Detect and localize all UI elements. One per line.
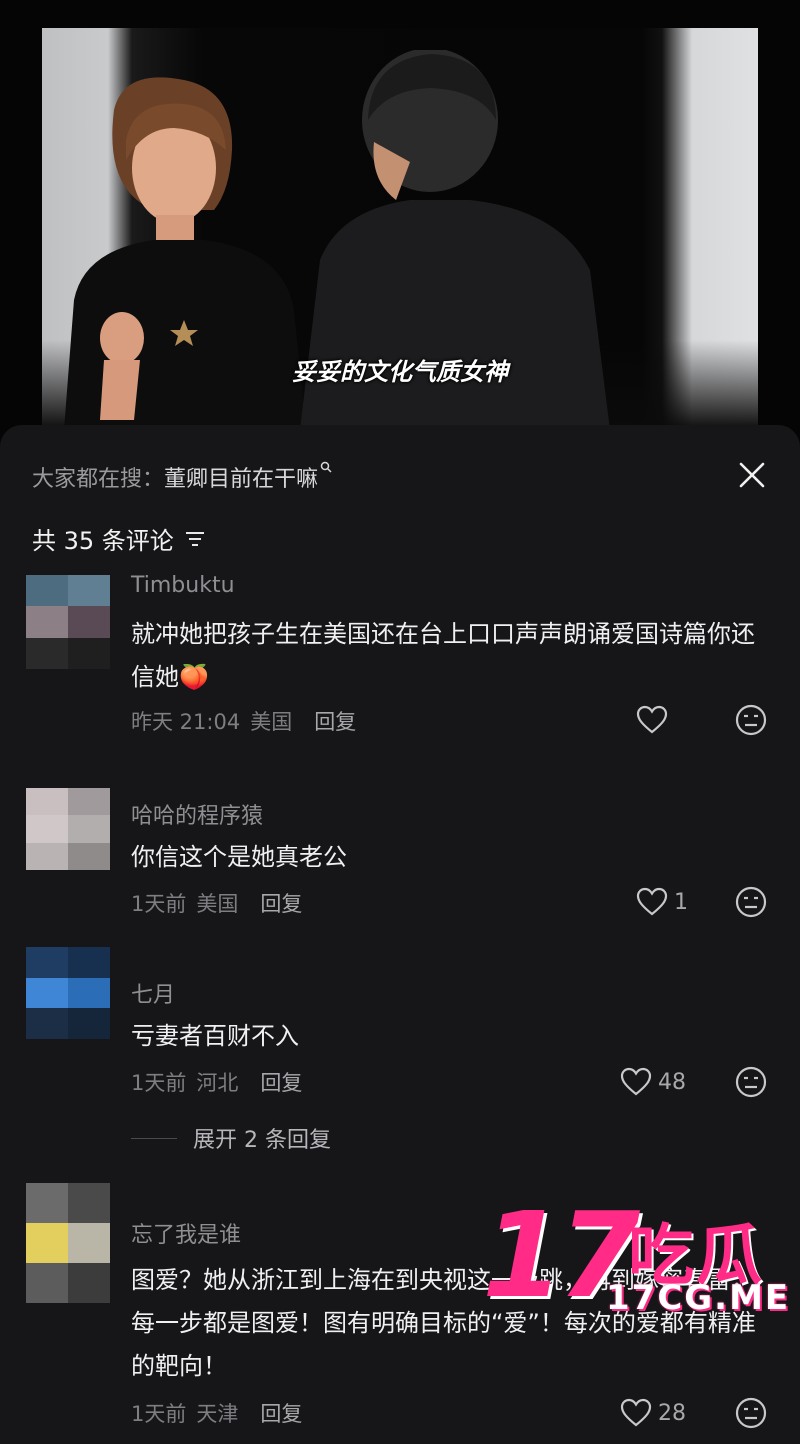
- avatar-pixel: [26, 1263, 68, 1303]
- close-button[interactable]: [730, 453, 774, 497]
- avatar-pixel: [68, 842, 110, 870]
- avatar-pixel: [26, 815, 68, 843]
- comment-time: 昨天 21:04: [131, 710, 241, 734]
- avatar-pixel: [26, 947, 68, 978]
- like-count: 28: [658, 1400, 686, 1426]
- avatar[interactable]: [26, 788, 110, 870]
- search-icon: [320, 461, 332, 477]
- search-suggestion-prefix: 大家都在搜：: [32, 467, 165, 492]
- expand-replies-label: 展开 2 条回复: [193, 1128, 331, 1153]
- avatar[interactable]: [26, 947, 110, 1039]
- avatar-pixel: [26, 575, 68, 607]
- avatar-pixel: [68, 1223, 110, 1263]
- comment-time: 1天前: [131, 1071, 187, 1095]
- avatar-pixel: [68, 637, 110, 669]
- avatar-pixel: [26, 842, 68, 870]
- dislike-icon[interactable]: [734, 703, 768, 737]
- close-icon: [739, 462, 765, 488]
- reply-button[interactable]: 回复: [260, 1398, 302, 1428]
- avatar-pixel: [26, 1183, 68, 1223]
- search-suggestion-query[interactable]: 董卿目前在干嘛: [164, 461, 318, 493]
- comment-text-body: 就冲她把孩子生在美国还在台上口口声声朗诵爱国诗篇你还信她: [131, 620, 755, 691]
- avatar-pixel: [68, 977, 110, 1009]
- like-button[interactable]: 48: [620, 1067, 686, 1097]
- comment-text: 亏妻者百财不入: [131, 1022, 299, 1050]
- expand-replies-button[interactable]: 展开 2 条回复: [131, 1122, 331, 1154]
- heart-icon: [620, 1398, 652, 1427]
- avatar[interactable]: [26, 1183, 110, 1303]
- comment-meta: 昨天 21:04 美国 回复: [131, 706, 356, 736]
- avatar-pixel: [68, 1263, 110, 1303]
- video-player[interactable]: 妥妥的文化气质女神: [0, 0, 800, 445]
- avatar-pixel: [68, 788, 110, 816]
- comment-time: 1天前: [131, 892, 187, 916]
- comment-text: 就冲她把孩子生在美国还在台上口口声声朗诵爱国诗篇你还信她🍑: [131, 613, 771, 699]
- dislike-icon[interactable]: [734, 1065, 768, 1099]
- like-count: 48: [658, 1069, 686, 1095]
- heart-icon: [620, 1067, 652, 1096]
- comment-location: 美国: [196, 892, 239, 916]
- comment-author[interactable]: Timbuktu: [131, 573, 235, 598]
- dislike-icon[interactable]: [734, 885, 768, 919]
- comment-count-label: 共 35 条评论: [32, 527, 174, 555]
- expand-divider: [131, 1137, 177, 1139]
- heart-icon: [636, 887, 668, 916]
- sort-icon[interactable]: [184, 530, 206, 548]
- watermark-logo: 17 吃瓜 17CG.ME: [478, 1186, 798, 1330]
- avatar-pixel: [26, 1223, 68, 1263]
- peach-emoji-icon: 🍑: [179, 663, 209, 691]
- avatar-pixel: [68, 575, 110, 607]
- avatar[interactable]: [26, 575, 110, 669]
- comment-meta: 1天前 天津 回复: [131, 1398, 302, 1428]
- comment-author[interactable]: 哈哈的程序猿: [131, 798, 263, 830]
- avatar-pixel: [26, 1008, 68, 1039]
- avatar-pixel: [68, 947, 110, 978]
- video-subtitle: 妥妥的文化气质女神: [292, 358, 508, 386]
- avatar-pixel: [26, 788, 68, 816]
- comment-meta: 1天前 美国 回复: [131, 888, 302, 918]
- comment-author[interactable]: 忘了我是谁: [131, 1217, 241, 1249]
- avatar-pixel: [68, 606, 110, 638]
- avatar-pixel: [26, 637, 68, 669]
- heart-icon: [636, 705, 668, 734]
- like-count: 1: [674, 889, 688, 915]
- search-suggestion[interactable]: 大家都在搜： 董卿目前在干嘛: [32, 461, 332, 493]
- comment-count: 共 35 条评论: [32, 521, 206, 556]
- comment-location: 河北: [196, 1071, 239, 1095]
- avatar-pixel: [26, 606, 68, 638]
- comment-meta: 1天前 河北 回复: [131, 1067, 302, 1097]
- dislike-icon[interactable]: [734, 1396, 768, 1430]
- comment-text: 你信这个是她真老公: [131, 843, 347, 871]
- watermark-url: 17CG.ME: [606, 1278, 791, 1318]
- comment-location: 天津: [196, 1402, 239, 1426]
- like-button[interactable]: [636, 705, 674, 735]
- comment-time: 1天前: [131, 1402, 187, 1426]
- like-button[interactable]: 28: [620, 1398, 686, 1428]
- avatar-pixel: [68, 1008, 110, 1039]
- avatar-pixel: [26, 977, 68, 1009]
- like-button[interactable]: 1: [636, 887, 688, 917]
- reply-button[interactable]: 回复: [314, 706, 356, 736]
- reply-button[interactable]: 回复: [260, 888, 302, 918]
- avatar-pixel: [68, 1183, 110, 1223]
- avatar-pixel: [68, 815, 110, 843]
- comment-author[interactable]: 七月: [131, 977, 175, 1009]
- comment-location: 美国: [250, 710, 293, 734]
- reply-button[interactable]: 回复: [260, 1067, 302, 1097]
